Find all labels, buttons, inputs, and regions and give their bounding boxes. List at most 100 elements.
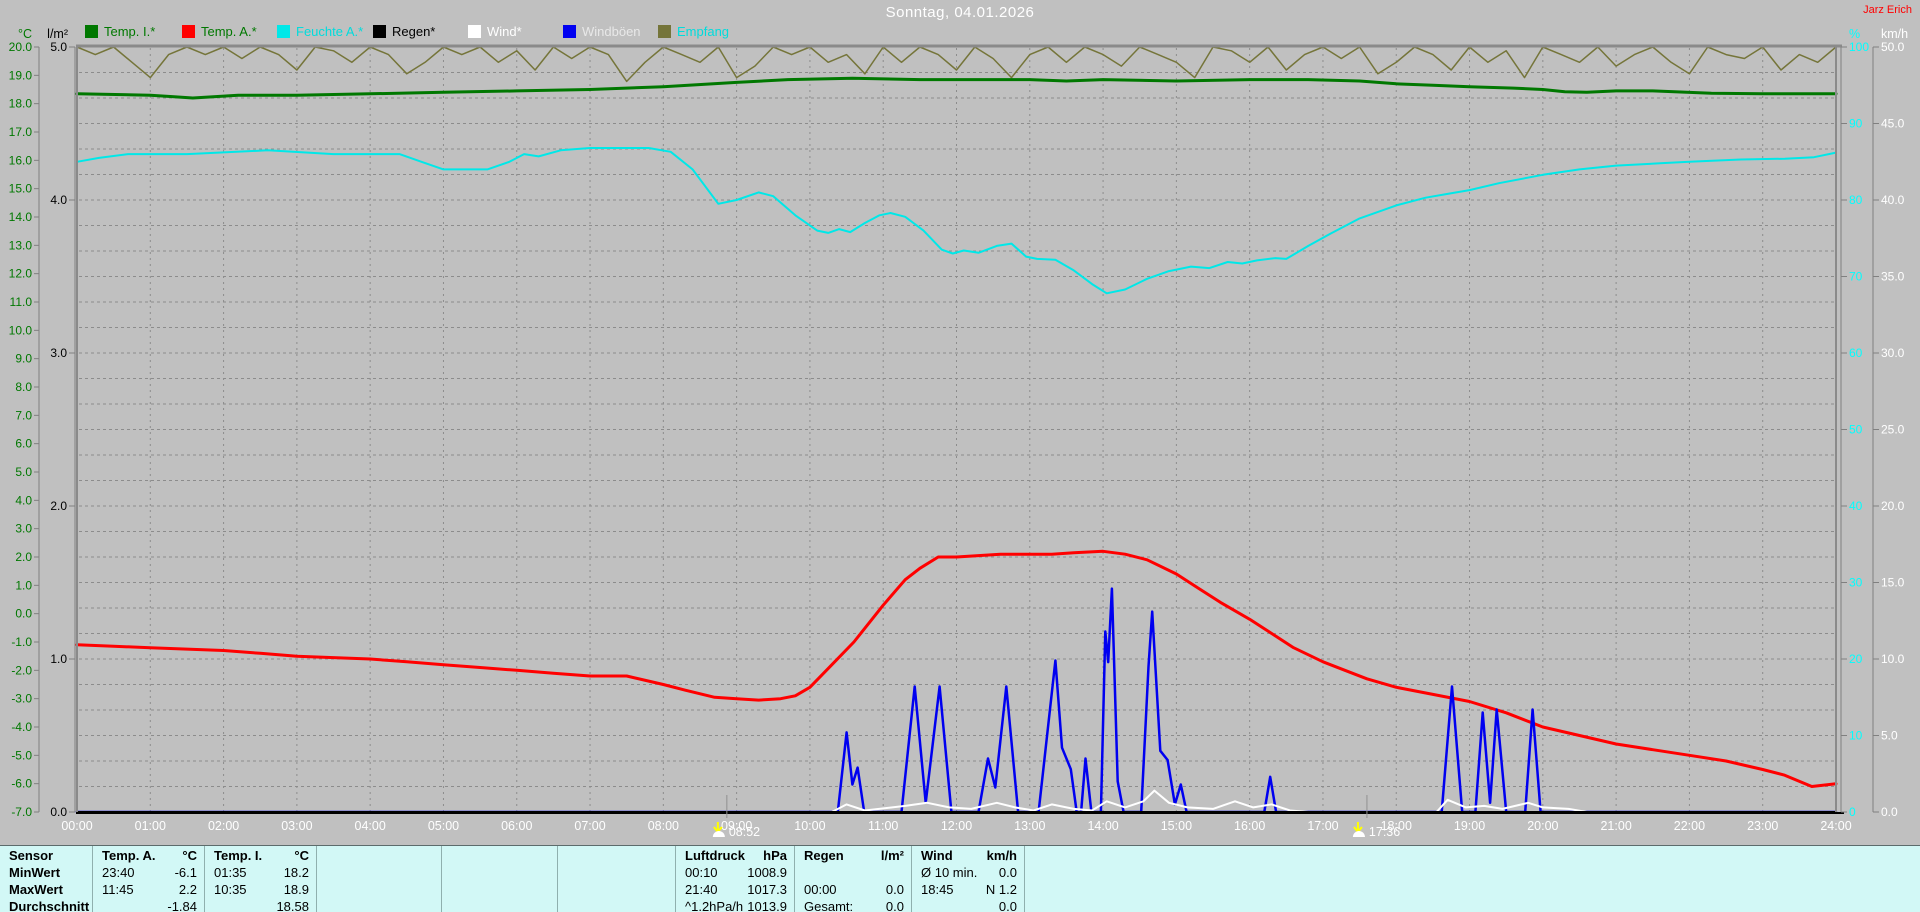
stats-value-cell: 1013.9 [747,899,787,912]
sunset-marker-time-label: 17:36 [1369,825,1400,839]
y-axis-temp-tick-label: 6.0 [15,437,32,451]
stats-column-regen: Regen l/m² 00:00 0.0 Gesamt: 0.0 [795,846,912,912]
y-axis-temp-tick-label: -3.0 [11,692,32,706]
y-axis-temp-tick-label: 13.0 [9,238,33,252]
x-axis-tick-label: 20:00 [1527,819,1558,833]
y-axis-temp-tick-label: -5.0 [11,748,32,762]
x-axis-tick-label: 05:00 [428,819,459,833]
legend-item-windboeen[interactable]: Windböen [563,23,641,39]
stats-header-cell: Durchschnitt [9,899,90,912]
y-axis-wind-tick-label: 45.0 [1881,117,1905,131]
y-axis-temp-tick-label: 18.0 [9,97,33,111]
x-axis-tick-label: 14:00 [1087,819,1118,833]
sunset-marker: 17:36 [1352,795,1400,839]
y-axis-hum-tick-label: 60 [1849,346,1863,360]
x-axis-tick-label: 02:00 [208,819,239,833]
stats-header-cell: MaxWert [9,882,63,897]
stats-value-cell: 18.9 [283,882,309,897]
legend-item-temp_i[interactable]: Temp. I.* [85,23,156,39]
y-axis-temp-tick-label: 9.0 [15,352,32,366]
y-axis-rain-tick-label: 0.0 [50,805,67,819]
x-axis-tick-label: 07:00 [574,819,605,833]
stats-header-cell: l/m² [880,848,904,863]
y-axis-temp-tick-label: -4.0 [11,720,32,734]
y-axis-temp-tick-label: 0.0 [15,607,32,621]
legend-item-feuchte[interactable]: Feuchte A.* [277,24,363,39]
y-axis-rain-tick-label: 3.0 [50,346,67,360]
weather-day-chart-screen: Sonntag, 04.01.2026 Jarz Erich 20.0 19.0 1… [0,0,1920,912]
y-axis-hum-tick-label: 50 [1849,423,1863,437]
x-axis-tick-label: 23:00 [1747,819,1778,833]
legend-swatch-wind [468,24,481,38]
y-axis-temp-tick-label: 1.0 [15,578,32,592]
y-axis-wind-tick-label: 30.0 [1881,346,1905,360]
stats-header-cell: km/h [986,848,1017,863]
legend-item-regen[interactable]: Regen* [373,24,435,39]
legend-swatch-feuchte [277,24,290,38]
legend-swatch-empfang [658,24,671,38]
stats-value-cell: 0.0 [885,899,904,912]
x-axis-tick-label: 21:00 [1600,819,1631,833]
legend-label: Wind* [487,23,522,39]
stats-value-cell: 18.58 [276,899,309,912]
y-axis-temp-tick-label: 16.0 [9,153,33,167]
y-axis-temp-tick-label: 8.0 [15,380,32,394]
y-axis-temp-tick-label: 15.0 [9,182,33,196]
x-axis-tick-label: 03:00 [281,819,312,833]
stats-value-cell: N 1.2 [985,882,1017,897]
y-axis-rain-tick-label: 1.0 [50,652,67,666]
y-axis-wind-tick-label: 15.0 [1881,576,1905,590]
y-axis-temp-tick-label: -1.0 [11,635,32,649]
stats-value-cell: 0.0 [885,882,904,897]
gridlines [79,48,1835,811]
y-axis-temp-tick-label: -2.0 [11,663,32,677]
y-axis-temp-tick-label: -6.0 [11,777,32,791]
x-axis-tick-label: 00:00 [61,819,92,833]
chart-legend: Temp. I.* Temp. A.* Feuchte A.* Regen* Wind*… [0,0,1920,44]
legend-item-wind[interactable]: Wind* [468,23,522,39]
sunrise-marker-time-label: 08:52 [729,825,760,839]
y-axis-wind-tick-label: 20.0 [1881,499,1905,513]
legend-label: Windböen [582,23,641,39]
y-axis-hum-tick-label: 20 [1849,652,1863,666]
x-axis-tick-label: 04:00 [355,819,386,833]
stats-column-temp-a-: Temp. A. °C 23:40 -6.1 11:45 2.2 -1.84 [93,846,205,912]
y-axis-wind-tick-label: 35.0 [1881,270,1905,284]
y-axis-temp-tick-label: 3.0 [15,522,32,536]
stats-column-empty [558,846,676,912]
x-axis-tick-label: 01:00 [135,819,166,833]
y-axis-rain: 5.04.03.02.01.00.0l/m² [47,27,76,819]
y-axis-temp-tick-label: 5.0 [15,465,32,479]
y-axis-wind: 50.045.040.035.030.025.020.015.010.05.00… [1872,27,1908,819]
y-axis-wind-tick-label: 10.0 [1881,652,1905,666]
legend-item-empfang[interactable]: Empfang [658,24,729,39]
y-axis-rain-tick-label: 4.0 [50,193,67,207]
sunrise-marker: 08:52 [712,795,760,839]
x-axis-labels: 00:00 01:00 02:00 03:00 04:00 05:00 06:00 07:00… [61,819,1851,833]
y-axis-temp-tick-label: 4.0 [15,493,32,507]
stats-header-cell: Sensor [9,848,54,863]
y-axis-temp-tick-label: 2.0 [15,550,32,564]
stats-header-cell: MinWert [9,865,61,880]
x-axis-tick-label: 15:00 [1161,819,1192,833]
legend-swatch-windboeen [563,24,576,38]
legend-item-temp_a[interactable]: Temp. A.* [182,23,257,39]
series-empfang [76,46,1837,83]
y-axis-wind-tick-label: 25.0 [1881,423,1905,437]
legend-label: Temp. I.* [104,23,156,39]
y-axis-wind-tick-label: 40.0 [1881,193,1905,207]
y-axis-temp-tick-label: 12.0 [9,267,33,281]
legend-label: Temp. A.* [201,23,257,39]
x-axis-tick-label: 19:00 [1454,819,1485,833]
x-axis-tick-label: 06:00 [501,819,532,833]
x-axis-tick-label: 13:00 [1014,819,1045,833]
y-axis-temp-tick-label: 10.0 [9,323,33,337]
x-axis-tick-label: 24:00 [1820,819,1851,833]
series-windboeen [75,587,1838,814]
stats-value-cell: 0.0 [998,865,1017,880]
y-axis-hum-tick-label: 10 [1849,729,1863,743]
y-axis-temp-tick-label: -7.0 [11,805,32,819]
y-axis-hum-tick-label: 40 [1849,499,1863,513]
stats-value-cell: -6.1 [174,865,197,880]
x-axis-tick-label: 16:00 [1234,819,1265,833]
